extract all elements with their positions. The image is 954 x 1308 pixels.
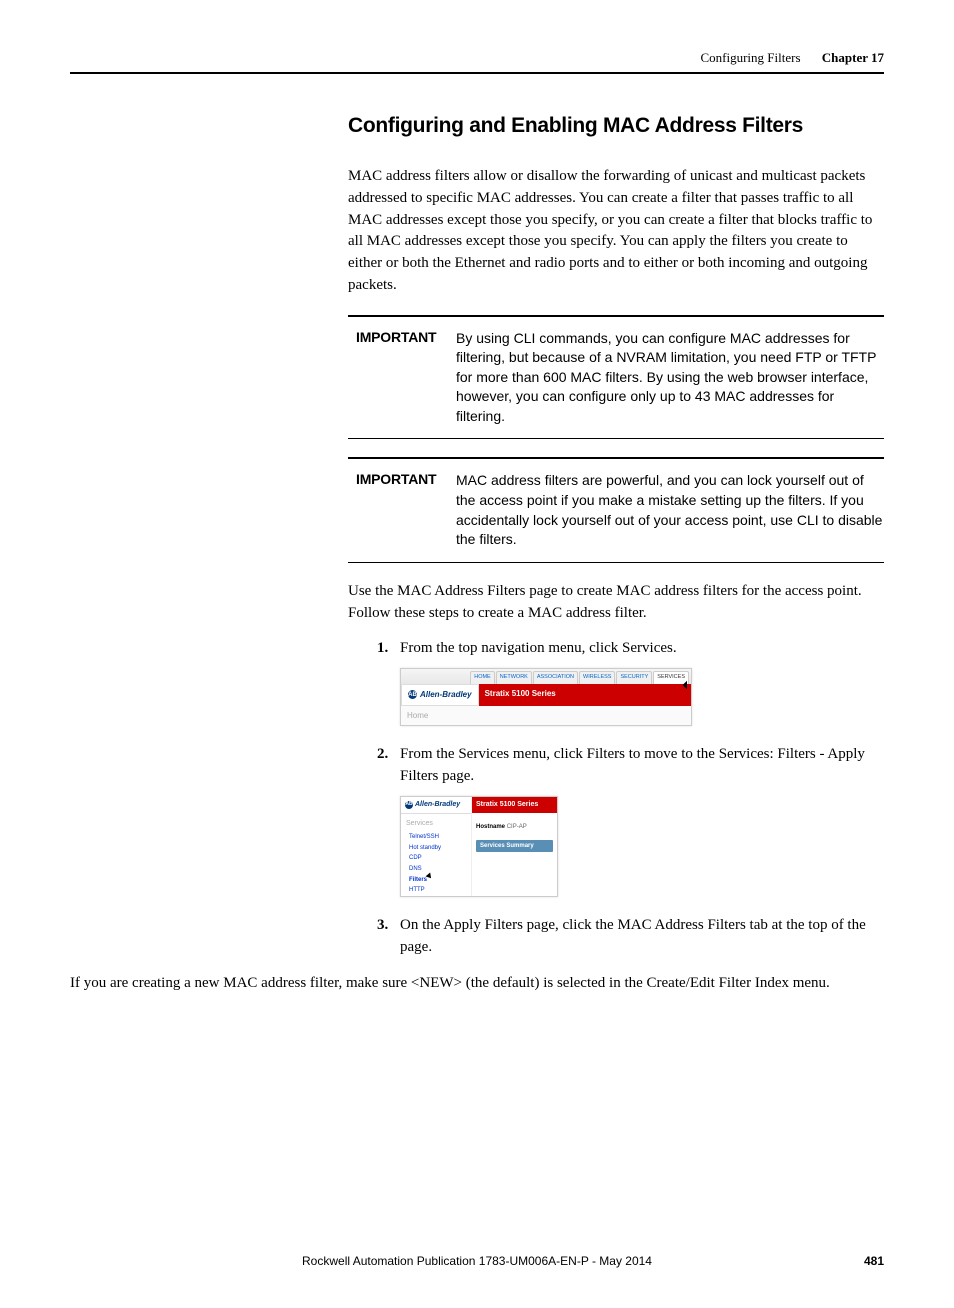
sidebar-link-filters[interactable]: Filters <box>401 875 471 886</box>
page-footer: Rockwell Automation Publication 1783-UM0… <box>70 1254 884 1268</box>
services-summary-heading: Services Summary <box>476 840 553 853</box>
brand-name: Allen-Bradley <box>415 800 460 810</box>
main-content: Configuring and Enabling MAC Address Fil… <box>348 114 884 994</box>
sidebar-link-filters-label: Filters <box>409 877 427 883</box>
closing-paragraph: If you are creating a new MAC address fi… <box>70 973 884 995</box>
important-text-2: MAC address filters are powerful, and yo… <box>456 471 884 549</box>
header-section: Configuring Filters <box>700 50 800 65</box>
step-3: On the Apply Filters page, click the MAC… <box>392 915 884 959</box>
instruction-paragraph: Use the MAC Address Filters page to crea… <box>348 581 884 625</box>
step-2-text: From the Services menu, click Filters to… <box>400 746 865 784</box>
page-title: Configuring and Enabling MAC Address Fil… <box>348 114 884 138</box>
brand-logo: AB Allen-Bradley <box>401 797 471 814</box>
product-title: Stratix 5100 Series <box>479 684 691 706</box>
tab-home[interactable]: HOME <box>470 671 495 684</box>
step-1-text: From the top navigation menu, click Serv… <box>400 640 677 656</box>
hostname-field: Hostname CIP-AP <box>472 813 557 838</box>
important-label: IMPORTANT <box>348 471 456 549</box>
important-label: IMPORTANT <box>348 329 456 427</box>
hostname-value: CIP-AP <box>507 824 527 830</box>
tab-security[interactable]: SECURITY <box>616 671 652 684</box>
sidebar-link-http[interactable]: HTTP <box>401 885 471 896</box>
sidebar-category: Services <box>401 814 471 832</box>
sidebar-link-dns[interactable]: DNS <box>401 864 471 875</box>
product-title: Stratix 5100 Series <box>472 797 557 813</box>
tab-network[interactable]: NETWORK <box>496 671 532 684</box>
screenshot-services-menu: AB Allen-Bradley Services Telnet/SSH Hot… <box>400 796 558 897</box>
tab-wireless[interactable]: WIRELESS <box>579 671 615 684</box>
brand-logo: AB Allen-Bradley <box>401 684 479 706</box>
hostname-label: Hostname <box>476 824 505 830</box>
important-block-2: IMPORTANT MAC address filters are powerf… <box>348 457 884 562</box>
sidebar-link-cdp[interactable]: CDP <box>401 853 471 864</box>
footer-publication: Rockwell Automation Publication 1783-UM0… <box>70 1254 884 1268</box>
header-chapter: Chapter 17 <box>822 50 884 65</box>
brand-name: Allen-Bradley <box>420 689 472 701</box>
header-rule <box>70 72 884 74</box>
screenshot-nav-menu: HOME NETWORK ASSOCIATION WIRELESS SECURI… <box>400 668 692 726</box>
breadcrumb-home: Home <box>401 706 691 726</box>
step-2: From the Services menu, click Filters to… <box>392 744 884 897</box>
sidebar-link-telnet[interactable]: Telnet/SSH <box>401 832 471 843</box>
tab-association[interactable]: ASSOCIATION <box>533 671 578 684</box>
step-3-text: On the Apply Filters page, click the MAC… <box>400 917 866 955</box>
footer-page-number: 481 <box>864 1254 884 1268</box>
tab-services[interactable]: SERVICES <box>653 671 689 684</box>
running-header: Configuring Filters Chapter 17 <box>70 50 884 66</box>
important-text-1: By using CLI commands, you can configure… <box>456 329 884 427</box>
steps-list: From the top navigation menu, click Serv… <box>348 638 884 958</box>
brand-icon: AB <box>405 801 413 809</box>
intro-paragraph: MAC address filters allow or disallow th… <box>348 166 884 297</box>
nav-tabs: HOME NETWORK ASSOCIATION WIRELESS SECURI… <box>401 669 691 684</box>
sidebar-link-hotstandby[interactable]: Hot standby <box>401 843 471 854</box>
important-block-1: IMPORTANT By using CLI commands, you can… <box>348 315 884 440</box>
step-1: From the top navigation menu, click Serv… <box>392 638 884 726</box>
brand-icon: AB <box>408 690 417 699</box>
